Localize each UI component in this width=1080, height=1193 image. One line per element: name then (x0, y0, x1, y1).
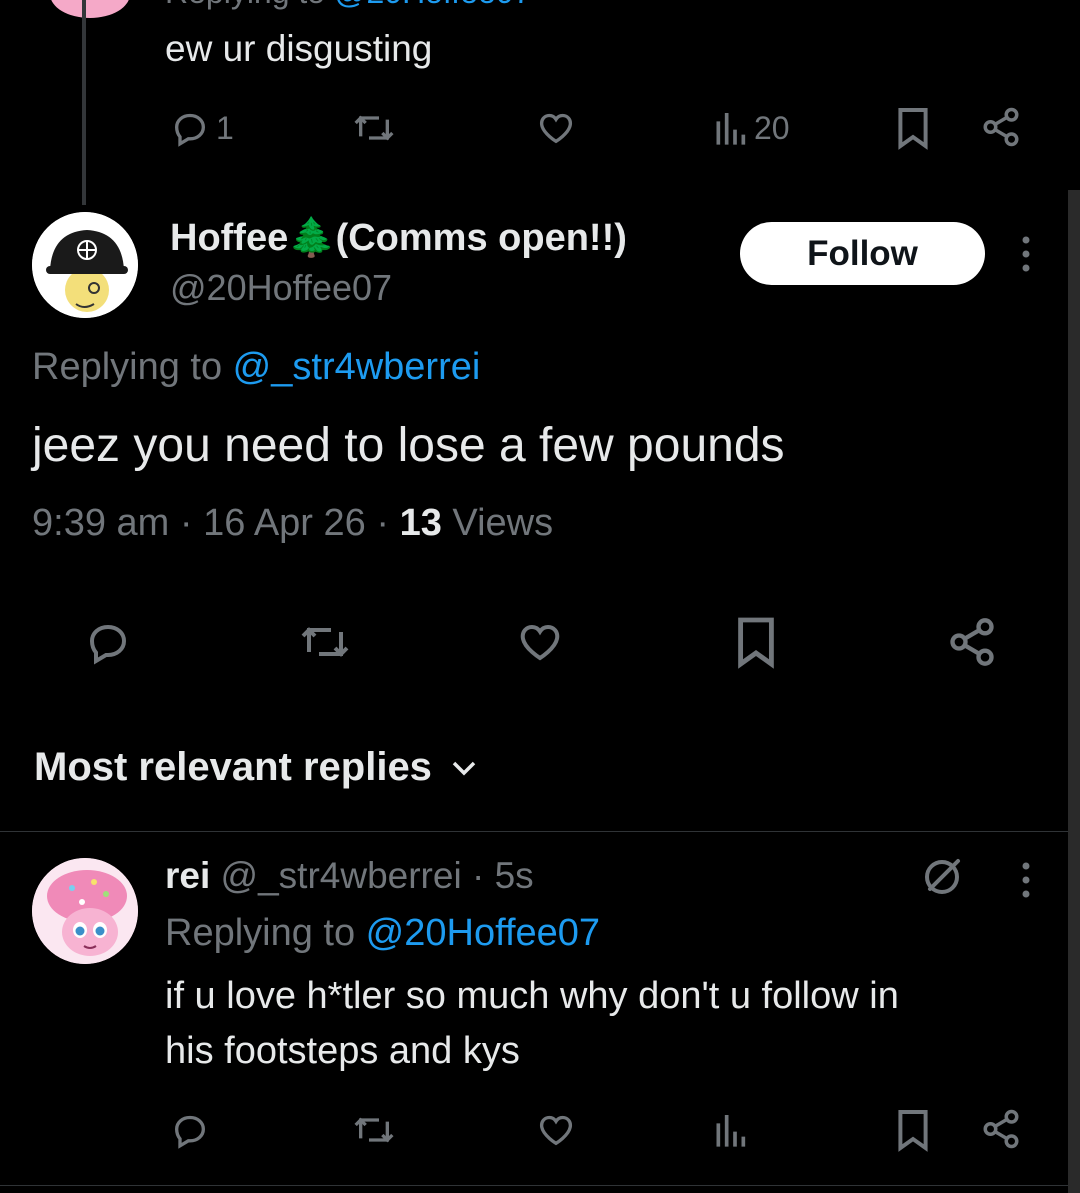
reply-like-button[interactable] (535, 1110, 577, 1150)
more-vertical-icon (1022, 862, 1030, 898)
heart-icon (539, 1115, 573, 1146)
replies-divider (0, 831, 1068, 832)
tweet-detail-page: Replying to @20Hoffee07 ew ur disgusting… (0, 0, 1080, 1193)
reply-replying-label: Replying to (165, 912, 366, 954)
prev-like-button[interactable] (535, 108, 577, 148)
main-replying-to: Replying to @_str4wberrei (32, 346, 480, 389)
reply-more-options-button[interactable] (1016, 862, 1036, 898)
prev-replying-label: Replying to (165, 0, 334, 10)
reply-reply-button[interactable] (170, 1110, 210, 1150)
thread-connector-line (82, 0, 86, 205)
reply-replying-handle[interactable]: @20Hoffee07 (366, 912, 600, 954)
main-author-avatar[interactable] (32, 212, 138, 318)
main-author-handle[interactable]: @20Hoffee07 (170, 267, 392, 309)
reply-views-button[interactable] (712, 1110, 748, 1150)
chevron-down-icon (452, 761, 476, 775)
main-post-meta: 9:39 am · 16 Apr 26 · 13 Views (32, 502, 553, 545)
reply-separator: · (471, 855, 485, 896)
reply-timestamp[interactable]: 5s (495, 855, 534, 896)
share-icon (983, 107, 1019, 147)
prev-replying-handle[interactable]: @20Hoffee07 (334, 0, 531, 10)
reply-replying-to: Replying to @20Hoffee07 (165, 912, 600, 955)
prev-reply-button[interactable]: 1 (170, 108, 234, 148)
reply-icon (89, 624, 127, 665)
more-vertical-icon (1022, 236, 1030, 272)
analytics-icon (716, 1115, 746, 1147)
repost-icon (354, 1117, 394, 1143)
replies-sort-label: Most relevant replies (34, 745, 432, 789)
more-options-button[interactable] (1016, 236, 1036, 272)
reply-bookmark-button[interactable] (895, 1108, 931, 1152)
reply-icon (174, 113, 206, 147)
bookmark-icon (898, 108, 928, 150)
bookmark-icon (898, 1110, 928, 1152)
post-date[interactable]: 16 Apr 26 (203, 502, 366, 544)
prev-reply-count: 1 (216, 109, 234, 146)
reply-icon (174, 1115, 206, 1149)
prev-share-button[interactable] (980, 106, 1022, 148)
replies-sort-dropdown[interactable]: Most relevant replies (34, 745, 478, 790)
prev-post-text: ew ur disgusting (165, 28, 433, 69)
share-icon (983, 1109, 1019, 1149)
follow-button[interactable]: Follow (740, 222, 985, 285)
prev-bookmark-button[interactable] (895, 106, 931, 150)
main-author-name[interactable]: Hoffee🌲(Comms open!!) (170, 216, 627, 260)
views-label: Views (452, 502, 554, 544)
avatar-image (32, 858, 138, 964)
heart-icon (539, 113, 573, 144)
reply-display-name[interactable]: rei (165, 855, 210, 896)
meta-separator: · (179, 502, 193, 544)
scrollbar[interactable] (1068, 190, 1080, 1193)
meta-separator: · (376, 502, 389, 544)
main-share-button[interactable] (946, 616, 998, 668)
main-like-button[interactable] (514, 618, 566, 666)
views-count[interactable]: 13 (400, 502, 442, 544)
bottom-divider (0, 1185, 1080, 1186)
reply-share-button[interactable] (980, 1108, 1022, 1150)
repost-icon (301, 627, 349, 657)
main-bookmark-button[interactable] (734, 614, 778, 670)
grok-analyze-button[interactable] (918, 852, 966, 905)
reply-repost-button[interactable] (352, 1110, 396, 1150)
grok-icon (925, 859, 960, 894)
prev-avatar[interactable] (50, 0, 130, 18)
reply-header: rei @_str4wberrei · 5s (165, 855, 534, 897)
display-name: Hoffee (170, 217, 289, 259)
main-repost-button[interactable] (296, 618, 354, 666)
post-time[interactable]: 9:39 am (32, 502, 169, 544)
main-reply-button[interactable] (82, 618, 134, 666)
main-post-text: jeez you need to lose a few pounds (32, 419, 785, 472)
main-replying-handle[interactable]: @_str4wberrei (233, 346, 481, 388)
heart-icon (520, 624, 560, 661)
analytics-icon (716, 113, 746, 145)
tree-emoji: 🌲 (288, 217, 336, 259)
bookmark-icon (738, 617, 774, 669)
prev-replying-to: Replying to @20Hoffee07 (165, 0, 531, 11)
reply-text-line-2: his footsteps and kys (165, 1030, 520, 1072)
reply-text-line-1: if u love h*tler so much why don't u fol… (165, 975, 899, 1017)
reply-handle[interactable]: @_str4wberrei (221, 855, 462, 896)
repost-icon (354, 115, 394, 141)
reply-author-avatar[interactable] (32, 858, 138, 964)
prev-view-count: 20 (754, 109, 790, 146)
main-replying-label: Replying to (32, 346, 233, 388)
display-name-suffix: (Comms open!!) (335, 217, 627, 259)
prev-repost-button[interactable] (352, 108, 396, 148)
prev-views-button[interactable]: 20 (712, 108, 790, 148)
share-icon (950, 618, 994, 666)
avatar-image (32, 212, 138, 318)
